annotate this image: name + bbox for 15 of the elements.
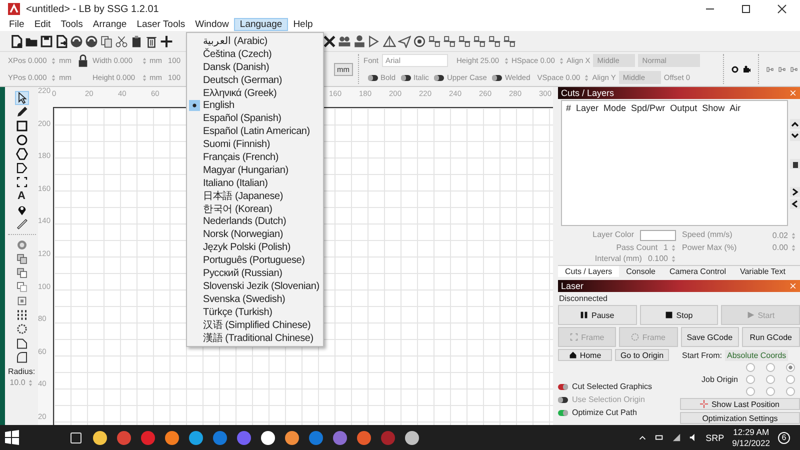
setting-label: Interval (mm)	[594, 254, 642, 263]
connection-status: Disconnected	[558, 293, 608, 305]
panel-title: Cuts / Layers	[561, 88, 614, 98]
setting-label: Power Max (%)	[682, 243, 737, 252]
start-from-label: Start From:	[682, 350, 722, 360]
toggle-label: Use Selection Origin	[572, 395, 645, 404]
job-origin-label: Job Origin	[702, 375, 738, 384]
window-title: <untitled> - LB by SSG 1.2.01	[26, 4, 159, 14]
setting-label: Pass Count	[616, 243, 658, 252]
toggle-label: Cut Selected Graphics	[572, 382, 652, 391]
panel-title: Laser	[561, 281, 584, 291]
setting-label: Layer Color	[592, 230, 634, 241]
radius-label: Radius:	[8, 367, 36, 376]
toggle-label: Optimize Cut Path	[572, 408, 637, 417]
setting-label: Speed (mm/s)	[682, 230, 732, 241]
